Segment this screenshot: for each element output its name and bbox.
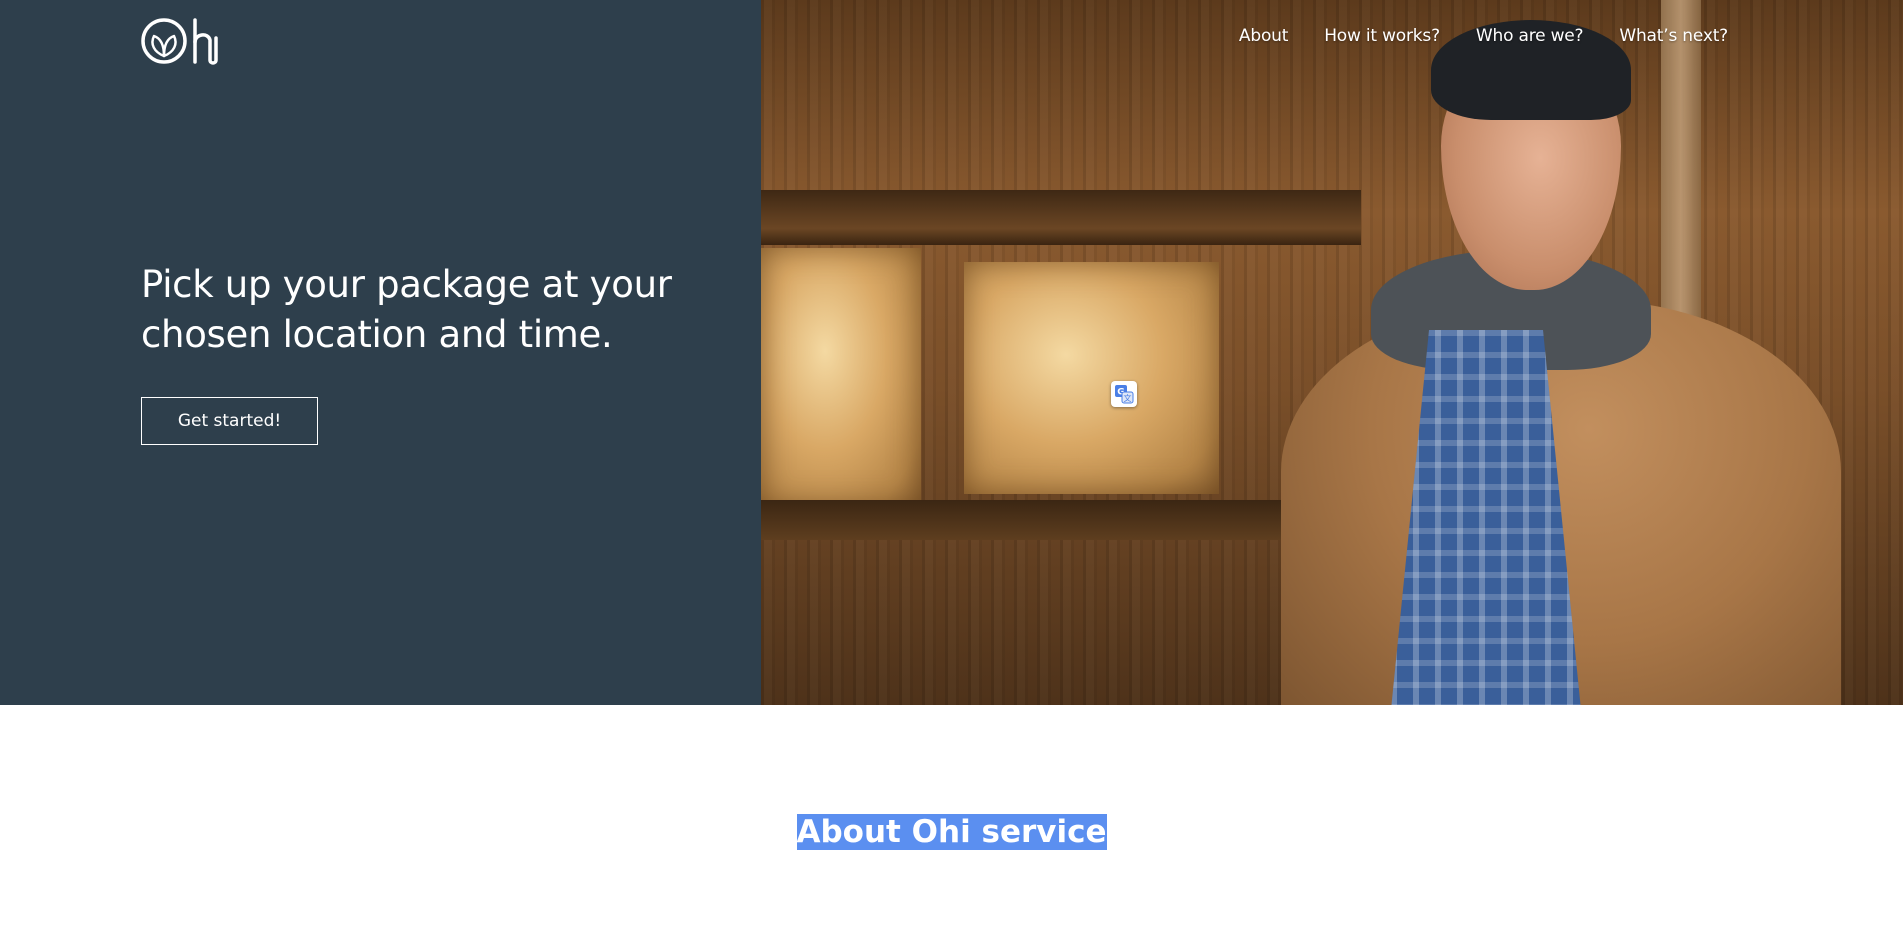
svg-text:文: 文 xyxy=(1124,393,1132,403)
hero-section: Pick up your package at your chosen loca… xyxy=(0,0,1903,705)
hero-left-panel: Pick up your package at your chosen loca… xyxy=(0,0,761,705)
ohi-logo[interactable] xyxy=(140,16,232,66)
translate-icon: G 文 xyxy=(1115,385,1134,404)
image-beam xyxy=(761,190,1361,245)
image-window-right xyxy=(964,262,1219,494)
nav-item-about[interactable]: About xyxy=(1239,26,1288,46)
about-title: About Ohi service xyxy=(0,812,1903,852)
translate-button[interactable]: G 文 xyxy=(1111,381,1137,407)
leaf-circle-icon xyxy=(141,18,218,65)
hero-image xyxy=(761,0,1903,705)
main-nav: About How it works? Who are we? What’s n… xyxy=(1239,26,1728,46)
about-section: About Ohi service xyxy=(0,705,1903,925)
get-started-button[interactable]: Get started! xyxy=(141,397,318,445)
hero-headline: Pick up your package at your chosen loca… xyxy=(141,263,672,356)
image-window-left xyxy=(761,248,921,506)
nav-item-who-are-we[interactable]: Who are we? xyxy=(1476,26,1584,46)
nav-item-whats-next[interactable]: What’s next? xyxy=(1619,26,1728,46)
nav-item-how-it-works[interactable]: How it works? xyxy=(1324,26,1440,46)
about-title-text: About Ohi service xyxy=(796,814,1107,850)
